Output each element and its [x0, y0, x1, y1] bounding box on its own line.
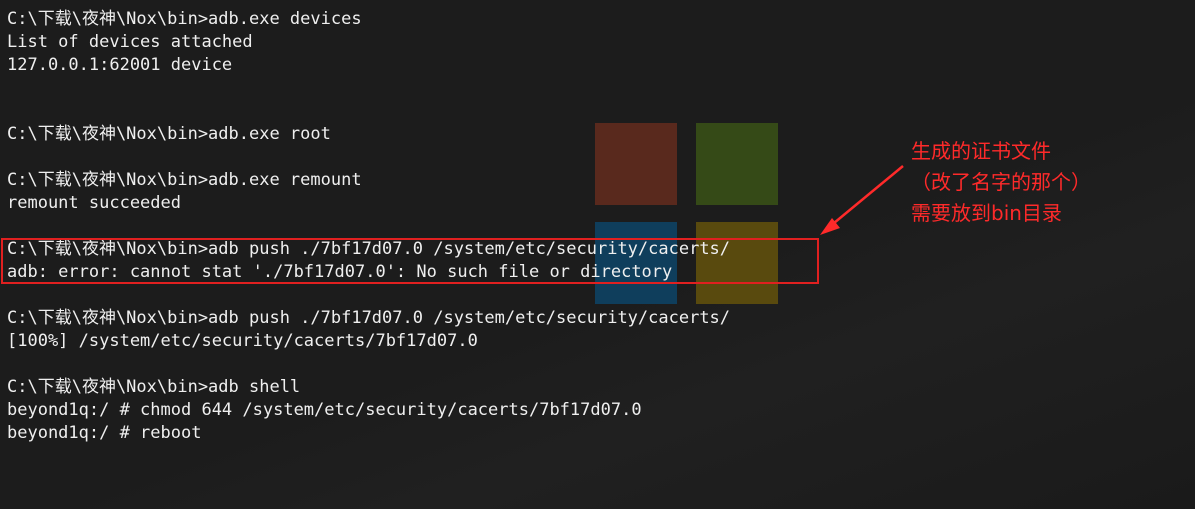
annotation-line-3: 需要放到bin目录	[911, 201, 1062, 225]
annotation-note: 生成的证书文件 （改了名字的那个） 需要放到bin目录	[911, 136, 1091, 229]
terminal-line: List of devices attached	[7, 32, 253, 52]
annotation-line-1: 生成的证书文件	[911, 139, 1051, 163]
terminal-line: beyond1q:/ # chmod 644 /system/etc/secur…	[7, 400, 642, 420]
terminal-line: C:\下载\夜神\Nox\bin>adb shell	[7, 377, 301, 397]
terminal-line: 127.0.0.1:62001 device	[7, 55, 233, 75]
terminal-line: beyond1q:/ # reboot	[7, 423, 202, 443]
error-highlight-box	[1, 238, 819, 284]
terminal-line: [100%] /system/etc/security/cacerts/7bf1…	[7, 331, 478, 351]
terminal-line: C:\下载\夜神\Nox\bin>adb.exe devices	[7, 9, 362, 29]
annotation-line-2: （改了名字的那个）	[911, 170, 1091, 194]
terminal-line: C:\下载\夜神\Nox\bin>adb push ./7bf17d07.0 /…	[7, 308, 731, 328]
